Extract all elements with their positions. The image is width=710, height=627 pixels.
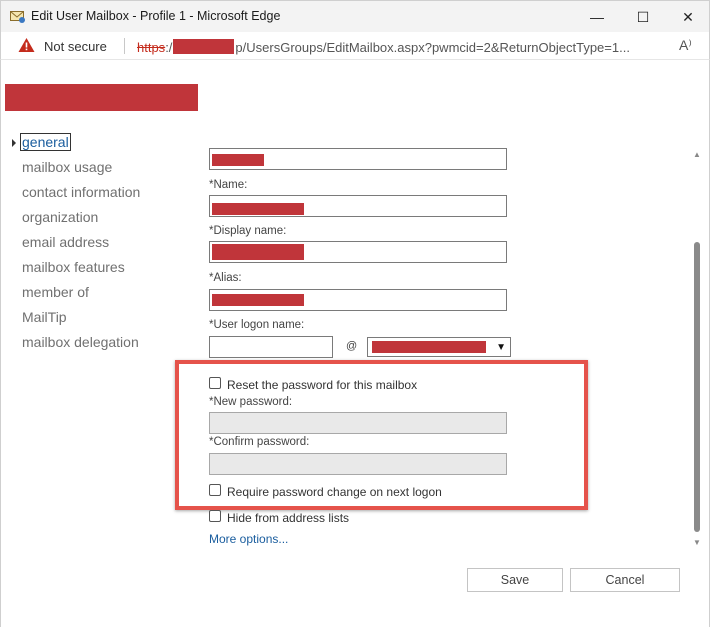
cancel-button[interactable]: Cancel xyxy=(570,568,680,592)
hide-from-lists-label: Hide from address lists xyxy=(227,511,350,525)
highlight-annotation xyxy=(175,360,588,510)
address-bar: Not secure https:/ p/UsersGroups/EditMail… xyxy=(0,32,710,60)
user-logon-name-label: *User logon name: xyxy=(209,319,305,331)
redacted-value xyxy=(212,244,304,260)
address-divider xyxy=(124,38,125,54)
url-scheme: https xyxy=(137,40,166,55)
nav-item-organization[interactable]: organization xyxy=(22,209,98,225)
url-path: p/UsersGroups/EditMailbox.aspx?pwmcid=2&… xyxy=(235,40,630,55)
close-icon: ✕ xyxy=(682,8,694,25)
read-aloud-icon[interactable]: A⁾ xyxy=(679,37,692,54)
display-name-label: *Display name: xyxy=(209,225,287,237)
name-label: *Name: xyxy=(209,179,248,191)
form-scrollbar[interactable]: ▲ ▼ xyxy=(691,150,703,548)
nav-item-email-address[interactable]: email address xyxy=(22,234,109,250)
redacted-value xyxy=(212,154,264,166)
mail-app-icon xyxy=(10,11,25,23)
redacted-value xyxy=(212,203,304,215)
warning-icon[interactable] xyxy=(18,37,35,53)
scroll-up-icon[interactable]: ▲ xyxy=(693,150,701,159)
redacted-value xyxy=(212,294,304,306)
maximize-button[interactable]: ☐ xyxy=(620,1,666,33)
nav-item-mailbox-features[interactable]: mailbox features xyxy=(22,259,125,275)
nav-item-mailbox-delegation[interactable]: mailbox delegation xyxy=(22,334,139,350)
hide-from-lists-checkbox[interactable] xyxy=(209,510,221,522)
minimize-icon: — xyxy=(590,9,604,25)
security-status[interactable]: Not secure xyxy=(44,39,107,54)
close-button[interactable]: ✕ xyxy=(665,1,710,33)
name-input[interactable] xyxy=(209,195,507,217)
active-caret-icon xyxy=(12,139,16,147)
domain-select[interactable]: ▼ xyxy=(367,337,511,357)
redacted-host xyxy=(173,39,235,54)
redacted-domain xyxy=(372,341,486,353)
url-field[interactable]: https:/ p/UsersGroups/EditMailbox.aspx?pw… xyxy=(137,39,667,55)
minimize-button[interactable]: — xyxy=(574,1,620,33)
more-options-link[interactable]: More options... xyxy=(209,532,288,546)
nav-item-mailtip[interactable]: MailTip xyxy=(22,309,67,325)
redacted-page-title xyxy=(5,84,198,111)
scroll-down-icon[interactable]: ▼ xyxy=(693,538,701,547)
chevron-down-icon: ▼ xyxy=(496,342,506,353)
window-title: Edit User Mailbox - Profile 1 - Microsof… xyxy=(31,9,281,23)
user-logon-name-input[interactable] xyxy=(209,336,333,358)
alias-label: *Alias: xyxy=(209,272,242,284)
nav-item-contact-information[interactable]: contact information xyxy=(22,184,140,200)
save-button[interactable]: Save xyxy=(467,568,563,592)
window-titlebar: Edit User Mailbox - Profile 1 - Microsof… xyxy=(0,0,710,32)
scroll-thumb[interactable] xyxy=(694,242,700,532)
nav-item-mailbox-usage[interactable]: mailbox usage xyxy=(22,159,112,175)
page-content: general mailbox usage contact informatio… xyxy=(0,60,710,627)
at-sign: @ xyxy=(346,340,358,352)
url-separator: :/ xyxy=(165,40,173,55)
nav-item-member-of[interactable]: member of xyxy=(22,284,89,300)
maximize-icon: ☐ xyxy=(636,8,650,25)
first-name-input[interactable] xyxy=(209,148,507,170)
alias-input[interactable] xyxy=(209,289,507,311)
nav-item-general[interactable]: general xyxy=(20,133,71,151)
display-name-input[interactable] xyxy=(209,241,507,263)
